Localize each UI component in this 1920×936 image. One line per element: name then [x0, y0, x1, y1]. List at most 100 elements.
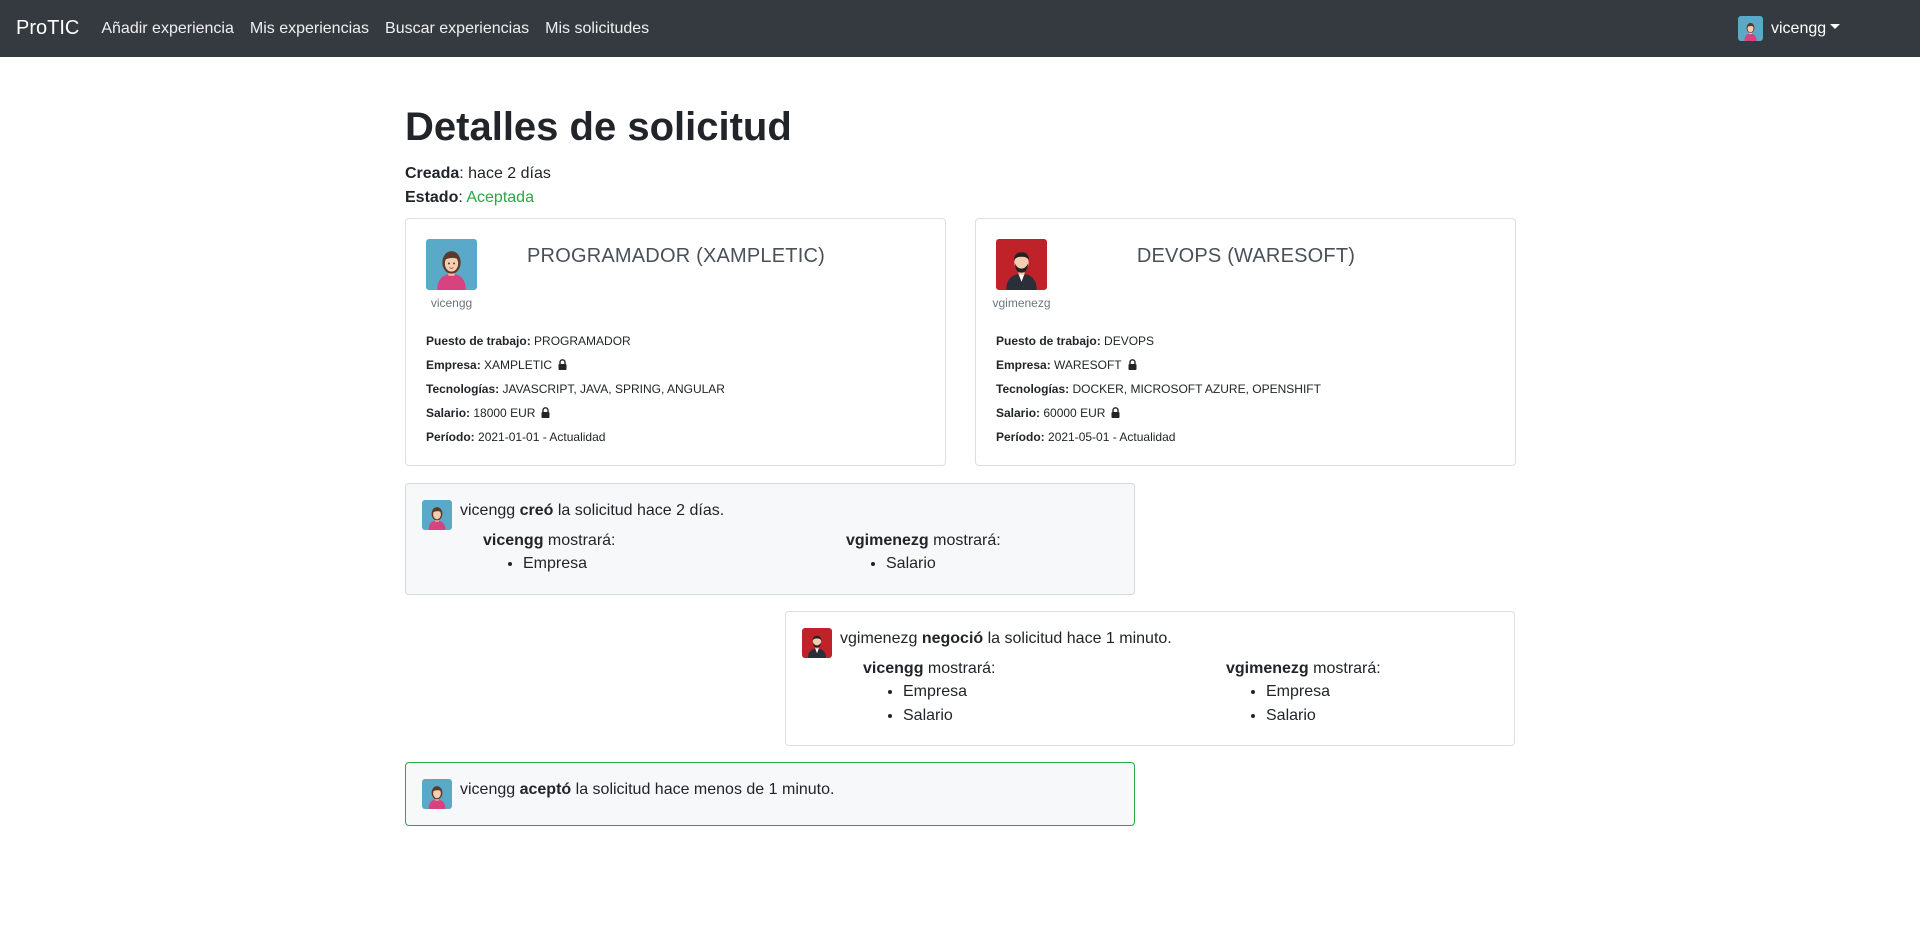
- status-badge: Aceptada: [466, 189, 534, 206]
- female-avatar-icon: [426, 239, 477, 290]
- detail-job: Puesto de trabajo: PROGRAMADOR: [426, 329, 725, 353]
- detail-job: Puesto de trabajo: DEVOPS: [996, 329, 1321, 353]
- status-line: Estado: Aceptada: [405, 189, 534, 207]
- experience-card-target: vgimenezg DEVOPS (WARESOFT) Puesto de tr…: [975, 218, 1516, 466]
- company-value: WARESOFT: [1054, 358, 1122, 372]
- detail-company: Empresa: XAMPLETIC: [426, 353, 725, 377]
- lock-icon: [558, 359, 567, 370]
- job-label: Puesto de trabajo:: [426, 334, 531, 348]
- detail-salary: Salario: 60000 EUR: [996, 401, 1321, 425]
- list-item: Empresa: [1266, 680, 1381, 704]
- lock-icon: [1111, 407, 1120, 418]
- job-value: PROGRAMADOR: [534, 334, 631, 348]
- male-avatar-icon: [996, 239, 1047, 290]
- experience-title: PROGRAMADOR (XAMPLETIC): [527, 245, 825, 267]
- salary-value: 60000 EUR: [1043, 406, 1106, 420]
- event-rest: la solicitud hace menos de 1 minuto.: [575, 781, 835, 798]
- female-avatar-icon: [422, 500, 452, 530]
- user-menu-username: vicengg: [1771, 19, 1827, 37]
- company-label: Empresa:: [996, 358, 1051, 372]
- event-action: negoció: [921, 630, 984, 647]
- company-value: XAMPLETIC: [484, 358, 553, 372]
- disclosed-fields-list: Salario: [886, 552, 1001, 576]
- detail-technologies: Tecnologías: DOCKER, MICROSOFT AZURE, OP…: [996, 377, 1321, 401]
- timeline-event-negotiated: vgimenezg negoció la solicitud hace 1 mi…: [785, 611, 1515, 746]
- timeline-event-accepted: vicengg aceptó la solicitud hace menos d…: [405, 762, 1135, 826]
- event-description: vicengg aceptó la solicitud hace menos d…: [460, 781, 834, 799]
- salary-label: Salario:: [426, 406, 471, 420]
- technologies-label: Tecnologías:: [996, 382, 1070, 396]
- technologies-value: JAVASCRIPT, JAVA, SPRING, ANGULAR: [502, 382, 725, 396]
- left-party-disclosure: vicengg mostrará: Empresa Salario: [863, 660, 996, 728]
- top-navbar: ProTIC Añadir experiencia Mis experienci…: [0, 0, 1920, 57]
- timeline-event-created: vicengg creó la solicitud hace 2 días. v…: [405, 483, 1135, 595]
- chevron-down-icon: [1830, 24, 1841, 29]
- salary-label: Salario:: [996, 406, 1041, 420]
- created-line: Creada: hace 2 días: [405, 165, 551, 183]
- shows-label: mostrará:: [1313, 660, 1381, 677]
- event-action: creó: [519, 502, 554, 519]
- detail-technologies: Tecnologías: JAVASCRIPT, JAVA, SPRING, A…: [426, 377, 725, 401]
- page-title: Detalles de solicitud: [405, 105, 792, 149]
- detail-salary: Salario: 18000 EUR: [426, 401, 725, 425]
- list-item: Salario: [886, 552, 1001, 576]
- nav-add-experience[interactable]: Añadir experiencia: [101, 20, 234, 38]
- list-item: Empresa: [523, 552, 616, 576]
- event-description: vicengg creó la solicitud hace 2 días.: [460, 502, 724, 520]
- party-user: vicengg: [863, 660, 924, 677]
- detail-period: Período: 2021-01-01 - Actualidad: [426, 425, 725, 449]
- experience-details: Puesto de trabajo: DEVOPS Empresa: WARES…: [996, 329, 1321, 449]
- status-label: Estado: [405, 189, 459, 206]
- user-avatar-icon: [1738, 16, 1763, 41]
- shows-label: mostrará:: [927, 660, 996, 677]
- period-value: 2021-01-01 - Actualidad: [478, 430, 606, 444]
- detail-company: Empresa: WARESOFT: [996, 353, 1321, 377]
- created-value: : hace 2 días: [459, 165, 551, 182]
- disclosed-fields-list: Empresa Salario: [903, 680, 996, 728]
- period-value: 2021-05-01 - Actualidad: [1048, 430, 1176, 444]
- lock-icon: [1128, 359, 1137, 370]
- user-menu-dropdown[interactable]: vicengg: [1738, 16, 1841, 41]
- period-label: Período:: [996, 430, 1045, 444]
- shows-label: mostrará:: [933, 532, 1001, 549]
- male-avatar-icon: [802, 628, 832, 658]
- disclosed-fields-list: Empresa: [523, 552, 616, 576]
- party-user: vgimenezg: [846, 532, 929, 549]
- event-user: vgimenezg: [840, 630, 918, 647]
- brand-link[interactable]: ProTIC: [16, 17, 79, 40]
- list-item: Empresa: [903, 680, 996, 704]
- technologies-value: DOCKER, MICROSOFT AZURE, OPENSHIFT: [1072, 382, 1321, 396]
- shows-label: mostrará:: [547, 532, 616, 549]
- event-description: vgimenezg negoció la solicitud hace 1 mi…: [840, 630, 1172, 648]
- list-item: Salario: [903, 704, 996, 728]
- detail-period: Período: 2021-05-01 - Actualidad: [996, 425, 1321, 449]
- nav-search-experiences[interactable]: Buscar experiencias: [385, 20, 529, 38]
- job-label: Puesto de trabajo:: [996, 334, 1101, 348]
- card-username[interactable]: vicengg: [418, 296, 485, 310]
- event-user: vicengg: [460, 781, 516, 798]
- job-value: DEVOPS: [1104, 334, 1155, 348]
- experience-details: Puesto de trabajo: PROGRAMADOR Empresa: …: [426, 329, 725, 449]
- nav-my-requests[interactable]: Mis solicitudes: [545, 20, 649, 38]
- list-item: Salario: [1266, 704, 1381, 728]
- experience-card-requester: vicengg PROGRAMADOR (XAMPLETIC) Puesto d…: [405, 218, 946, 466]
- party-user: vicengg: [483, 532, 544, 549]
- female-avatar-icon: [422, 779, 452, 809]
- experience-title: DEVOPS (WARESOFT): [1136, 245, 1356, 267]
- period-label: Período:: [426, 430, 475, 444]
- created-label: Creada: [405, 165, 460, 182]
- left-party-disclosure: vicengg mostrará: Empresa: [483, 532, 616, 576]
- party-user: vgimenezg: [1226, 660, 1309, 677]
- nav-my-experiences[interactable]: Mis experiencias: [250, 20, 369, 38]
- salary-value: 18000 EUR: [473, 406, 536, 420]
- event-rest: la solicitud hace 1 minuto.: [987, 630, 1172, 647]
- technologies-label: Tecnologías:: [426, 382, 500, 396]
- event-action: aceptó: [519, 781, 572, 798]
- card-username[interactable]: vgimenezg: [988, 296, 1055, 310]
- right-party-disclosure: vgimenezg mostrará: Salario: [846, 532, 1001, 576]
- lock-icon: [541, 407, 550, 418]
- disclosed-fields-list: Empresa Salario: [1266, 680, 1381, 728]
- event-user: vicengg: [460, 502, 516, 519]
- event-rest: la solicitud hace 2 días.: [557, 502, 725, 519]
- company-label: Empresa:: [426, 358, 481, 372]
